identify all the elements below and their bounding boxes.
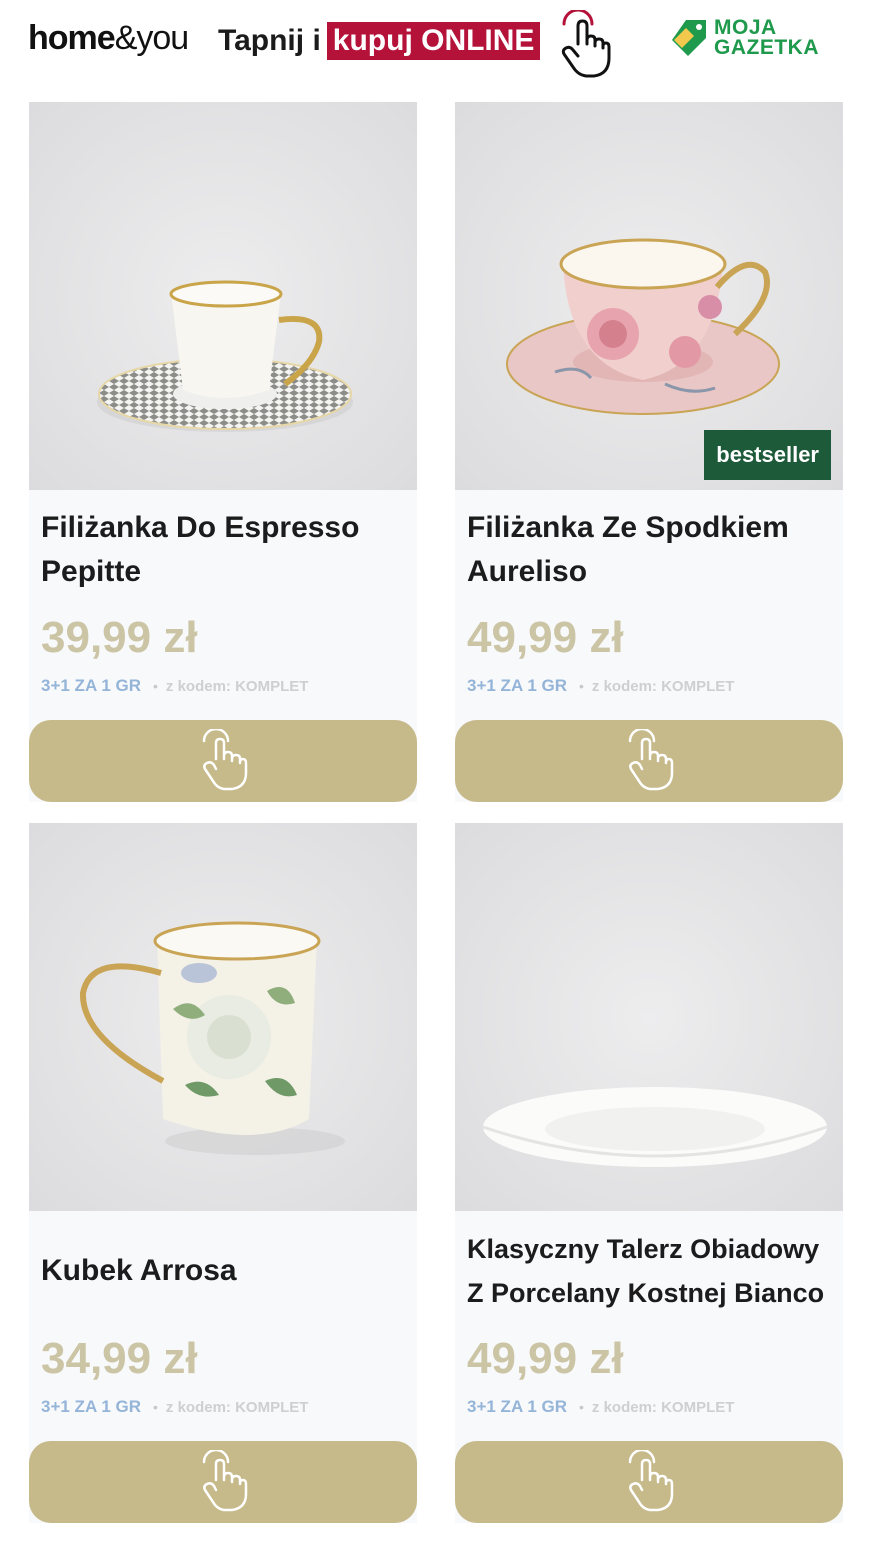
promo-line: 3+1 ZA 1 GR • z kodem: KOMPLET: [41, 1397, 308, 1417]
promo-line: 3+1 ZA 1 GR • z kodem: KOMPLET: [41, 676, 308, 696]
product-price: 39,99 zł: [41, 613, 198, 662]
product-price: 49,99 zł: [467, 1334, 624, 1383]
promo-deal: 3+1 ZA 1 GR: [467, 676, 567, 695]
home-and-you-logo[interactable]: home&you: [28, 18, 189, 58]
bestseller-badge: bestseller: [704, 430, 831, 480]
product-image[interactable]: [455, 823, 843, 1211]
product-card[interactable]: Filiżanka Do Espresso Pepitte 39,99 zł 3…: [29, 102, 417, 802]
tagline[interactable]: Tapnij i kupuj ONLINE: [218, 22, 541, 60]
tap-hand-icon: [628, 729, 674, 791]
product-image[interactable]: [29, 102, 417, 490]
promo-code: z kodem: KOMPLET: [165, 677, 309, 695]
tagline-lead: Tapnij i: [218, 24, 321, 57]
moja-gazetka-logo[interactable]: MOJA GAZETKA: [672, 16, 847, 64]
product-name-line-2: Pepitte: [41, 555, 142, 588]
tap-hand-icon: [561, 10, 611, 78]
product-card[interactable]: bestseller Filiżanka Ze Spodkiem Aurelis…: [455, 102, 843, 802]
brand-bold: home: [28, 19, 116, 57]
mg-line-1: MOJA: [714, 16, 777, 39]
product-name[interactable]: Kubek Arrosa: [41, 1249, 411, 1293]
separator-dot: •: [579, 678, 584, 694]
separator-dot: •: [153, 1399, 158, 1415]
tap-hand-icon: [202, 729, 248, 791]
tagline-cta: kupuj ONLINE: [326, 22, 541, 60]
product-name-line-1: Filiżanka Do Espresso: [41, 511, 360, 544]
mg-line-2: GAZETKA: [714, 36, 819, 59]
shop-online-button[interactable]: [455, 720, 843, 802]
product-name[interactable]: Filiżanka Do Espresso Pepitte: [41, 506, 411, 594]
product-name[interactable]: Klasyczny Talerz Obiadowy Z Porcelany Ko…: [467, 1227, 837, 1315]
promo-line: 3+1 ZA 1 GR • z kodem: KOMPLET: [467, 1397, 734, 1417]
header: home&you Tapnij i kupuj ONLINE MOJA GAZE…: [0, 0, 872, 90]
brand-light: &you: [114, 19, 189, 57]
product-name-line-2: Aureliso: [467, 555, 588, 588]
promo-line: 3+1 ZA 1 GR • z kodem: KOMPLET: [467, 676, 734, 696]
price-tag-icon: [672, 20, 706, 56]
product-name[interactable]: Filiżanka Ze Spodkiem Aureliso: [467, 506, 837, 594]
product-image[interactable]: [29, 823, 417, 1211]
promo-code: z kodem: KOMPLET: [591, 1398, 735, 1416]
shop-online-button[interactable]: [29, 1441, 417, 1523]
tap-hand-icon: [628, 1450, 674, 1512]
separator-dot: •: [153, 678, 158, 694]
product-name-line-1: Klasyczny Talerz Obiadowy: [467, 1234, 820, 1264]
product-name-line-1: Filiżanka Ze Spodkiem: [467, 511, 789, 544]
product-price: 34,99 zł: [41, 1334, 198, 1383]
moja-gazetka-wordmark: MOJA GAZETKA: [714, 16, 819, 59]
product-image[interactable]: bestseller: [455, 102, 843, 490]
promo-deal: 3+1 ZA 1 GR: [41, 676, 141, 695]
shop-online-button[interactable]: [29, 720, 417, 802]
product-name-line-1: Kubek Arrosa: [41, 1254, 237, 1287]
tap-hand-icon: [202, 1450, 248, 1512]
separator-dot: •: [579, 1399, 584, 1415]
shop-online-button[interactable]: [455, 1441, 843, 1523]
product-card[interactable]: Klasyczny Talerz Obiadowy Z Porcelany Ko…: [455, 823, 843, 1523]
promo-code: z kodem: KOMPLET: [591, 677, 735, 695]
product-price: 49,99 zł: [467, 613, 624, 662]
product-card[interactable]: Kubek Arrosa 34,99 zł 3+1 ZA 1 GR • z ko…: [29, 823, 417, 1523]
promo-deal: 3+1 ZA 1 GR: [41, 1397, 141, 1416]
promo-code: z kodem: KOMPLET: [165, 1398, 309, 1416]
promo-deal: 3+1 ZA 1 GR: [467, 1397, 567, 1416]
product-name-line-2: Z Porcelany Kostnej Bianco: [467, 1278, 825, 1308]
